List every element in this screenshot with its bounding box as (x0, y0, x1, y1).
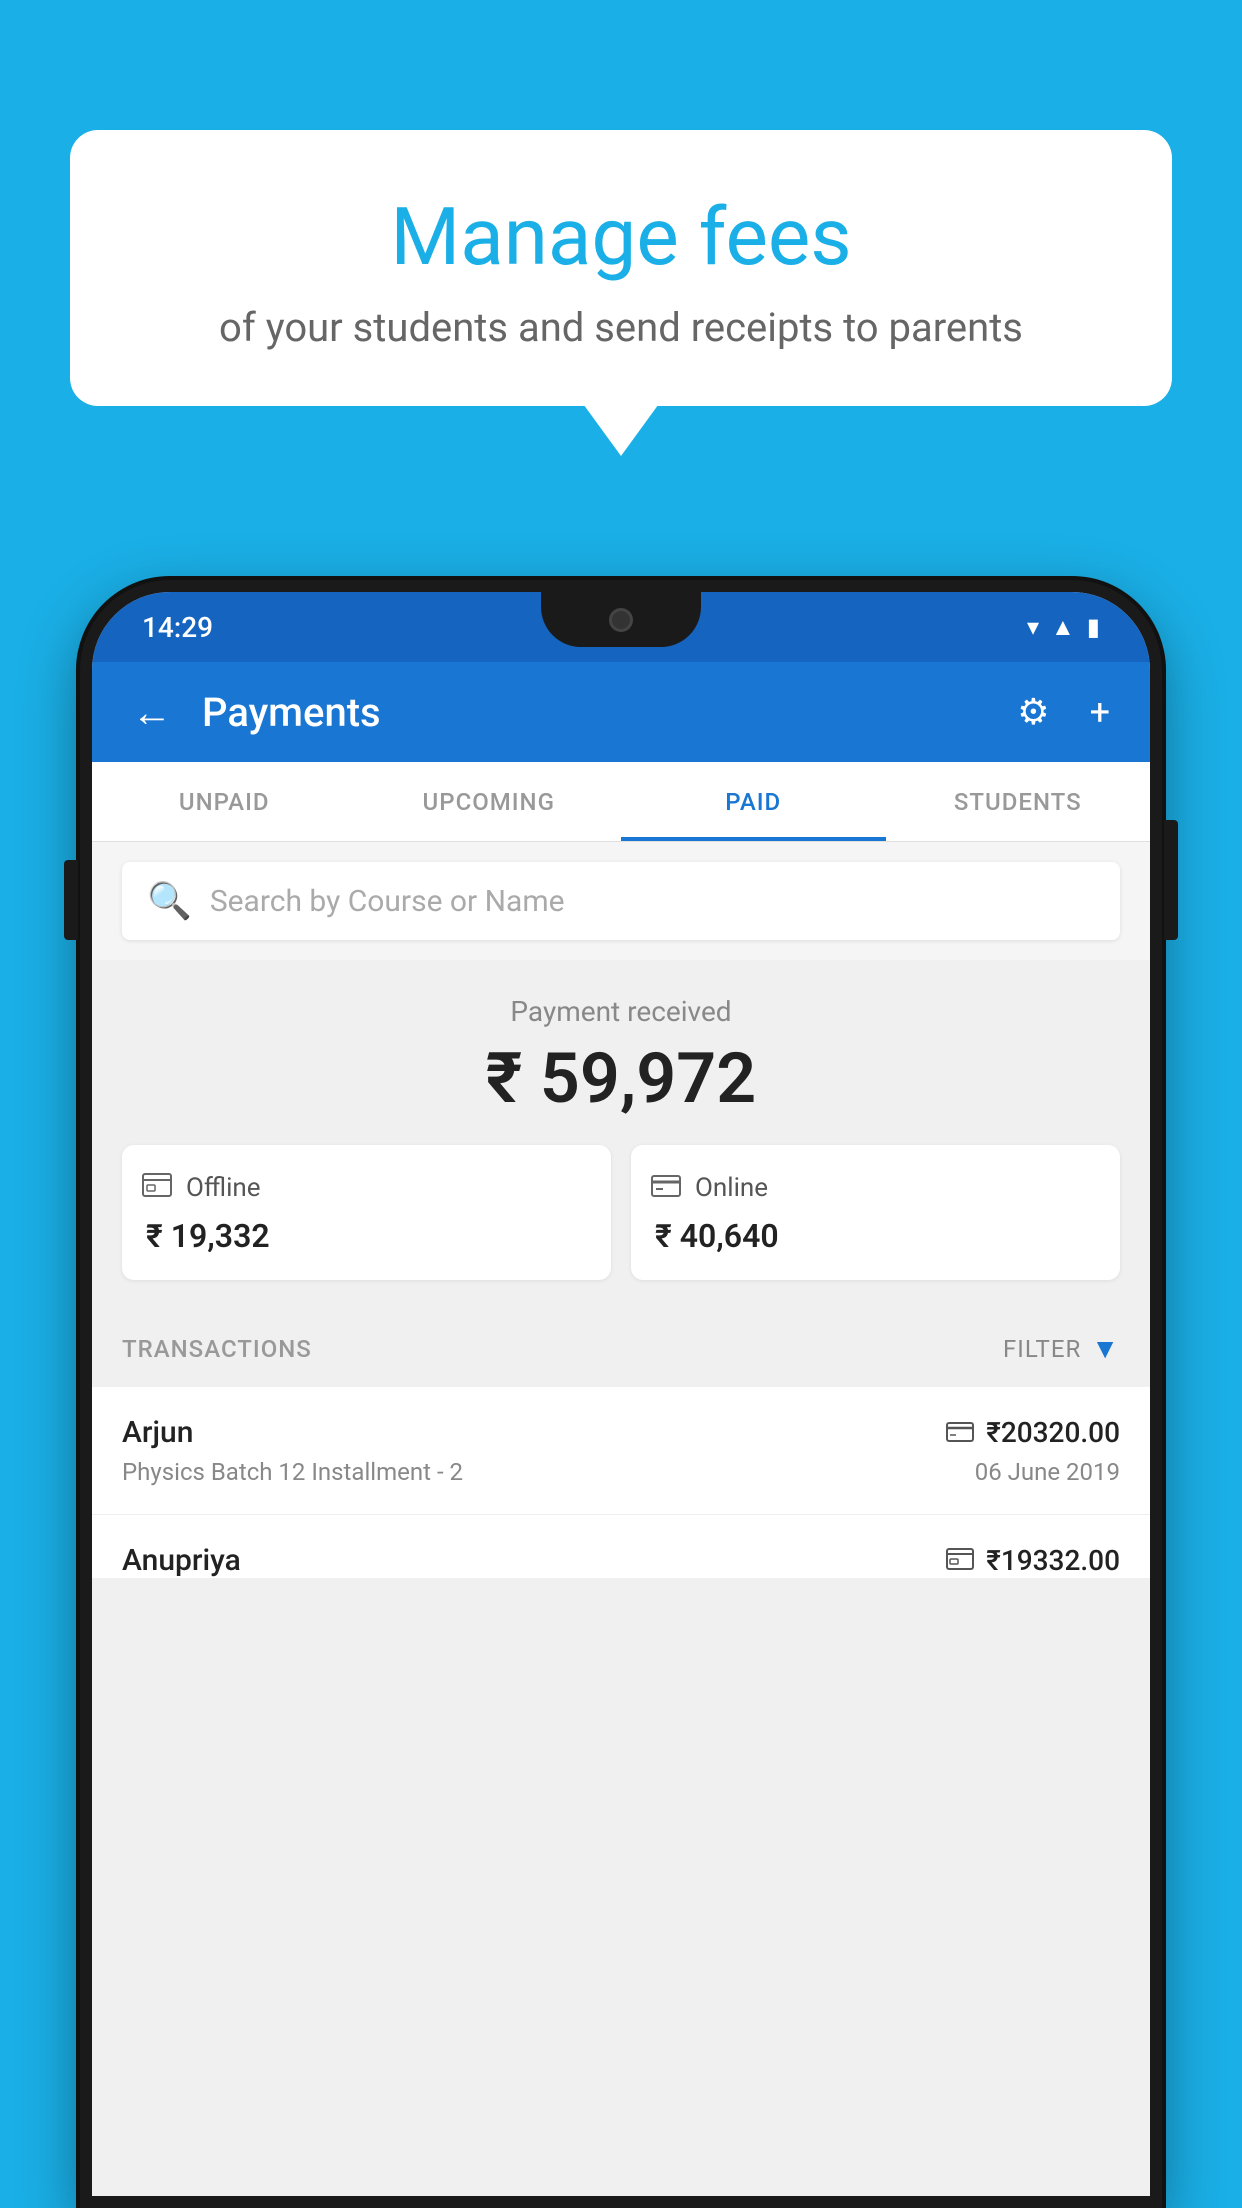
search-bar: 🔍 Search by Course or Name (92, 842, 1150, 960)
payment-received-label: Payment received (122, 995, 1120, 1028)
online-amount: ₹ 40,640 (651, 1217, 779, 1255)
transaction-date: 06 June 2019 (975, 1458, 1120, 1486)
online-icon (651, 1170, 681, 1205)
phone-frame: 14:29 ▾ ▲ ▮ ← Payments ⚙ (80, 580, 1162, 2208)
camera-dot (609, 608, 633, 632)
offline-card-header: Offline (142, 1170, 261, 1205)
tab-students[interactable]: STUDENTS (886, 762, 1151, 841)
online-payment-card: Online ₹ 40,640 (631, 1145, 1120, 1280)
app-bar-actions: ⚙ + (1007, 681, 1120, 743)
transaction-amount-wrap-2: ₹19332.00 (946, 1544, 1120, 1577)
signal-icon: ▲ (1051, 613, 1075, 642)
transactions-header: TRANSACTIONS FILTER ▼ (92, 1310, 1150, 1387)
tab-paid[interactable]: PAID (621, 762, 886, 841)
wifi-icon: ▾ (1027, 613, 1039, 641)
tabs: UNPAID UPCOMING PAID STUDENTS (92, 762, 1150, 842)
app-title: Payments (202, 689, 987, 736)
transaction-course: Physics Batch 12 Installment - 2 (122, 1458, 463, 1486)
card-payment-icon (946, 1416, 974, 1449)
transaction-name: Arjun (122, 1415, 193, 1450)
offline-label: Offline (186, 1173, 261, 1203)
transaction-row-partial-top: Anupriya ₹19332.00 (122, 1543, 1120, 1578)
offline-payment-icon (946, 1544, 974, 1577)
status-bar: 14:29 ▾ ▲ ▮ (92, 592, 1150, 662)
transactions-label: TRANSACTIONS (122, 1335, 312, 1363)
search-input-container[interactable]: 🔍 Search by Course or Name (122, 862, 1120, 940)
app-bar: ← Payments ⚙ + (92, 662, 1150, 762)
transaction-amount: ₹20320.00 (986, 1416, 1120, 1449)
online-card-header: Online (651, 1170, 768, 1205)
status-time: 14:29 (142, 611, 213, 644)
transaction-row[interactable]: Arjun ₹20320.00 Physics Batch 1 (92, 1387, 1150, 1515)
transaction-row-top: Arjun ₹20320.00 (122, 1415, 1120, 1450)
transaction-amount-2: ₹19332.00 (986, 1544, 1120, 1577)
speech-bubble: Manage fees of your students and send re… (70, 130, 1172, 406)
search-icon: 🔍 (147, 880, 192, 922)
status-icons: ▾ ▲ ▮ (1027, 613, 1100, 642)
phone-screen: 14:29 ▾ ▲ ▮ ← Payments ⚙ (92, 592, 1150, 2196)
transaction-name-2: Anupriya (122, 1543, 241, 1578)
payment-summary: Payment received ₹ 59,972 (92, 960, 1150, 1310)
offline-icon (142, 1170, 172, 1205)
filter-icon: ▼ (1091, 1332, 1120, 1365)
transaction-row-partial[interactable]: Anupriya ₹19332.00 (92, 1515, 1150, 1578)
battery-icon: ▮ (1087, 613, 1100, 641)
add-button[interactable]: + (1080, 681, 1120, 743)
offline-amount: ₹ 19,332 (142, 1217, 270, 1255)
search-placeholder: Search by Course or Name (210, 884, 565, 919)
transaction-row-bottom: Physics Batch 12 Installment - 2 06 June… (122, 1458, 1120, 1486)
bubble-subtitle: of your students and send receipts to pa… (120, 304, 1122, 351)
tab-upcoming[interactable]: UPCOMING (357, 762, 622, 841)
filter-button[interactable]: FILTER ▼ (1003, 1332, 1120, 1365)
payment-total-amount: ₹ 59,972 (122, 1038, 1120, 1120)
payment-cards: Offline ₹ 19,332 (122, 1145, 1120, 1280)
offline-payment-card: Offline ₹ 19,332 (122, 1145, 611, 1280)
notch (541, 592, 701, 647)
filter-label: FILTER (1003, 1335, 1081, 1363)
speech-bubble-container: Manage fees of your students and send re… (70, 130, 1172, 406)
back-button[interactable]: ← (122, 679, 182, 746)
settings-button[interactable]: ⚙ (1007, 681, 1059, 743)
transaction-amount-wrap: ₹20320.00 (946, 1416, 1120, 1449)
online-label: Online (695, 1173, 768, 1203)
bubble-title: Manage fees (120, 190, 1122, 284)
tab-unpaid[interactable]: UNPAID (92, 762, 357, 841)
